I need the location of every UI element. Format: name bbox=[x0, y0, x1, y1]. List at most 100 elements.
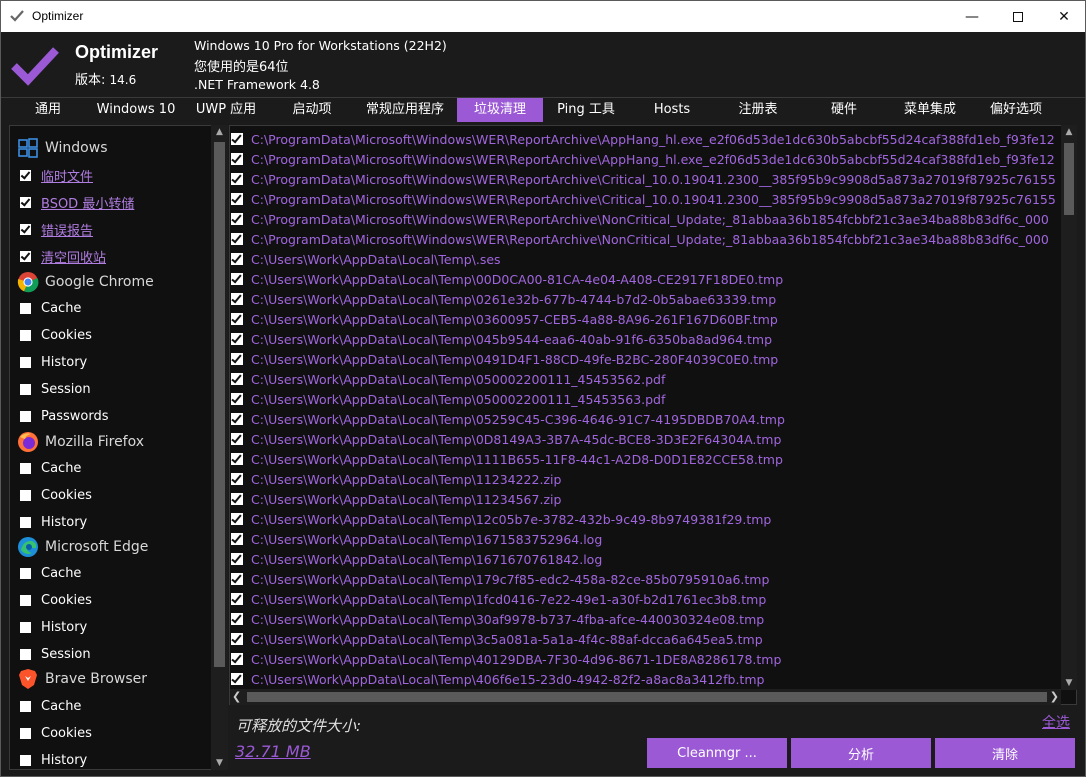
file-row[interactable]: C:\Users\Work\AppData\Local\Temp\1671670… bbox=[231, 549, 602, 569]
option-temp-files[interactable]: 临时文件 bbox=[20, 166, 93, 185]
option-firefox-cookies[interactable]: Cookies bbox=[20, 486, 92, 504]
option-firefox-cache[interactable]: Cache bbox=[20, 459, 81, 477]
file-row[interactable]: C:\Users\Work\AppData\Local\Temp\.ses bbox=[231, 249, 501, 269]
file-checkbox[interactable] bbox=[231, 253, 243, 265]
options-scrollbar[interactable]: ▲ ▼ bbox=[211, 125, 228, 770]
checkbox[interactable] bbox=[20, 700, 31, 712]
file-checkbox[interactable] bbox=[231, 653, 243, 665]
file-checkbox[interactable] bbox=[231, 193, 243, 205]
tab-general[interactable]: 通用 bbox=[22, 98, 74, 122]
option-chrome-passwords[interactable]: Passwords bbox=[20, 407, 109, 425]
scrollbar-thumb[interactable] bbox=[1064, 143, 1074, 215]
scroll-up-arrow-icon[interactable]: ▲ bbox=[211, 127, 228, 137]
freeable-size-value[interactable]: 32.71 MB bbox=[235, 742, 311, 761]
checkbox[interactable] bbox=[20, 754, 31, 766]
file-row[interactable]: C:\Users\Work\AppData\Local\Temp\0500022… bbox=[231, 369, 665, 389]
tab-hosts[interactable]: Hosts bbox=[643, 98, 701, 122]
file-row[interactable]: C:\ProgramData\Microsoft\Windows\WER\Rep… bbox=[231, 229, 1049, 249]
analyze-button[interactable]: 分析 bbox=[791, 738, 931, 768]
tab-preferences[interactable]: 偏好选项 bbox=[979, 98, 1053, 122]
file-checkbox[interactable] bbox=[231, 393, 243, 405]
file-row[interactable]: C:\Users\Work\AppData\Local\Temp\30af997… bbox=[231, 609, 764, 629]
file-checkbox[interactable] bbox=[231, 553, 243, 565]
file-row[interactable]: C:\Users\Work\AppData\Local\Temp\1111B65… bbox=[231, 449, 783, 469]
option-chrome-cache[interactable]: Cache bbox=[20, 299, 81, 317]
file-checkbox[interactable] bbox=[231, 413, 243, 425]
file-row[interactable]: C:\Users\Work\AppData\Local\Temp\0491D4F… bbox=[231, 349, 778, 369]
checkbox[interactable] bbox=[20, 462, 31, 474]
scrollbar-thumb[interactable] bbox=[247, 692, 1047, 702]
checkbox[interactable] bbox=[20, 594, 31, 606]
file-row[interactable]: C:\Users\Work\AppData\Local\Temp\0360095… bbox=[231, 309, 778, 329]
file-list-horizontal-scrollbar[interactable]: ❮ ❯ bbox=[230, 689, 1061, 705]
checkbox[interactable] bbox=[20, 516, 31, 528]
clean-button[interactable]: 清除 bbox=[935, 738, 1075, 768]
file-row[interactable]: C:\Users\Work\AppData\Local\Temp\40129DB… bbox=[231, 649, 781, 669]
file-row[interactable]: C:\ProgramData\Microsoft\Windows\WER\Rep… bbox=[231, 189, 1056, 209]
scrollbar-thumb[interactable] bbox=[214, 142, 225, 667]
file-checkbox[interactable] bbox=[231, 273, 243, 285]
checkbox[interactable] bbox=[20, 621, 31, 633]
file-row[interactable]: C:\ProgramData\Microsoft\Windows\WER\Rep… bbox=[231, 149, 1055, 169]
option-firefox-history[interactable]: History bbox=[20, 513, 87, 531]
tab-registry[interactable]: 注册表 bbox=[725, 98, 791, 122]
file-row[interactable]: C:\Users\Work\AppData\Local\Temp\00D0CA0… bbox=[231, 269, 783, 289]
option-brave-history[interactable]: History bbox=[20, 751, 87, 769]
file-checkbox[interactable] bbox=[231, 613, 243, 625]
cleanmgr-button[interactable]: Cleanmgr ... bbox=[647, 738, 787, 768]
file-row[interactable]: C:\Users\Work\AppData\Local\Temp\0D8149A… bbox=[231, 429, 781, 449]
file-checkbox[interactable] bbox=[231, 353, 243, 365]
file-checkbox[interactable] bbox=[231, 533, 243, 545]
file-checkbox[interactable] bbox=[231, 133, 243, 145]
file-row[interactable]: C:\Users\Work\AppData\Local\Temp\12c05b7… bbox=[231, 509, 771, 529]
file-row[interactable]: C:\Users\Work\AppData\Local\Temp\1123456… bbox=[231, 489, 561, 509]
checkbox[interactable] bbox=[20, 329, 31, 341]
file-row[interactable]: C:\Users\Work\AppData\Local\Temp\3c5a081… bbox=[231, 629, 763, 649]
file-checkbox[interactable] bbox=[231, 453, 243, 465]
option-edge-cookies[interactable]: Cookies bbox=[20, 591, 92, 609]
file-checkbox[interactable] bbox=[231, 473, 243, 485]
file-row[interactable]: C:\Users\Work\AppData\Local\Temp\0500022… bbox=[231, 389, 665, 409]
checkbox[interactable] bbox=[20, 169, 31, 181]
file-row[interactable]: C:\Users\Work\AppData\Local\Temp\179c7f8… bbox=[231, 569, 769, 589]
checkbox[interactable] bbox=[20, 223, 31, 235]
select-all-link[interactable]: 全选 bbox=[1042, 712, 1070, 732]
checkbox[interactable] bbox=[20, 410, 31, 422]
tab-hardware[interactable]: 硬件 bbox=[817, 98, 871, 122]
tab-cleanup[interactable]: 垃圾清理 bbox=[457, 98, 543, 122]
file-checkbox[interactable] bbox=[231, 233, 243, 245]
scroll-right-arrow-icon[interactable]: ❯ bbox=[1050, 689, 1059, 705]
file-checkbox[interactable] bbox=[231, 593, 243, 605]
file-checkbox[interactable] bbox=[231, 673, 243, 685]
tab-startup[interactable]: 启动项 bbox=[281, 98, 343, 122]
file-checkbox[interactable] bbox=[231, 373, 243, 385]
tab-windows-10[interactable]: Windows 10 bbox=[91, 98, 181, 122]
checkbox[interactable] bbox=[20, 302, 31, 314]
close-button[interactable]: ✕ bbox=[1041, 1, 1085, 32]
file-checkbox[interactable] bbox=[231, 293, 243, 305]
scroll-down-arrow-icon[interactable]: ▼ bbox=[1061, 678, 1077, 688]
file-row[interactable]: C:\Users\Work\AppData\Local\Temp\406f6e1… bbox=[231, 669, 764, 689]
file-checkbox[interactable] bbox=[231, 213, 243, 225]
file-row[interactable]: C:\ProgramData\Microsoft\Windows\WER\Rep… bbox=[231, 209, 1049, 229]
maximize-button[interactable] bbox=[995, 1, 1041, 32]
file-checkbox[interactable] bbox=[231, 313, 243, 325]
file-checkbox[interactable] bbox=[231, 153, 243, 165]
tab-menu-integration[interactable]: 菜单集成 bbox=[893, 98, 967, 122]
file-row[interactable]: C:\Users\Work\AppData\Local\Temp\05259C4… bbox=[231, 409, 785, 429]
file-checkbox[interactable] bbox=[231, 573, 243, 585]
scroll-left-arrow-icon[interactable]: ❮ bbox=[232, 689, 241, 705]
checkbox[interactable] bbox=[20, 383, 31, 395]
checkbox[interactable] bbox=[20, 489, 31, 501]
file-row[interactable]: C:\Users\Work\AppData\Local\Temp\0261e32… bbox=[231, 289, 776, 309]
checkbox[interactable] bbox=[20, 727, 31, 739]
scroll-down-arrow-icon[interactable]: ▼ bbox=[211, 758, 228, 768]
option-edge-session[interactable]: Session bbox=[20, 645, 91, 663]
file-row[interactable]: C:\ProgramData\Microsoft\Windows\WER\Rep… bbox=[231, 169, 1056, 189]
option-chrome-cookies[interactable]: Cookies bbox=[20, 326, 92, 344]
file-row[interactable]: C:\Users\Work\AppData\Local\Temp\1123422… bbox=[231, 469, 561, 489]
file-checkbox[interactable] bbox=[231, 173, 243, 185]
option-error-reports[interactable]: 错误报告 bbox=[20, 220, 93, 239]
tab-ping-tool[interactable]: Ping 工具 bbox=[549, 98, 623, 122]
file-checkbox[interactable] bbox=[231, 493, 243, 505]
